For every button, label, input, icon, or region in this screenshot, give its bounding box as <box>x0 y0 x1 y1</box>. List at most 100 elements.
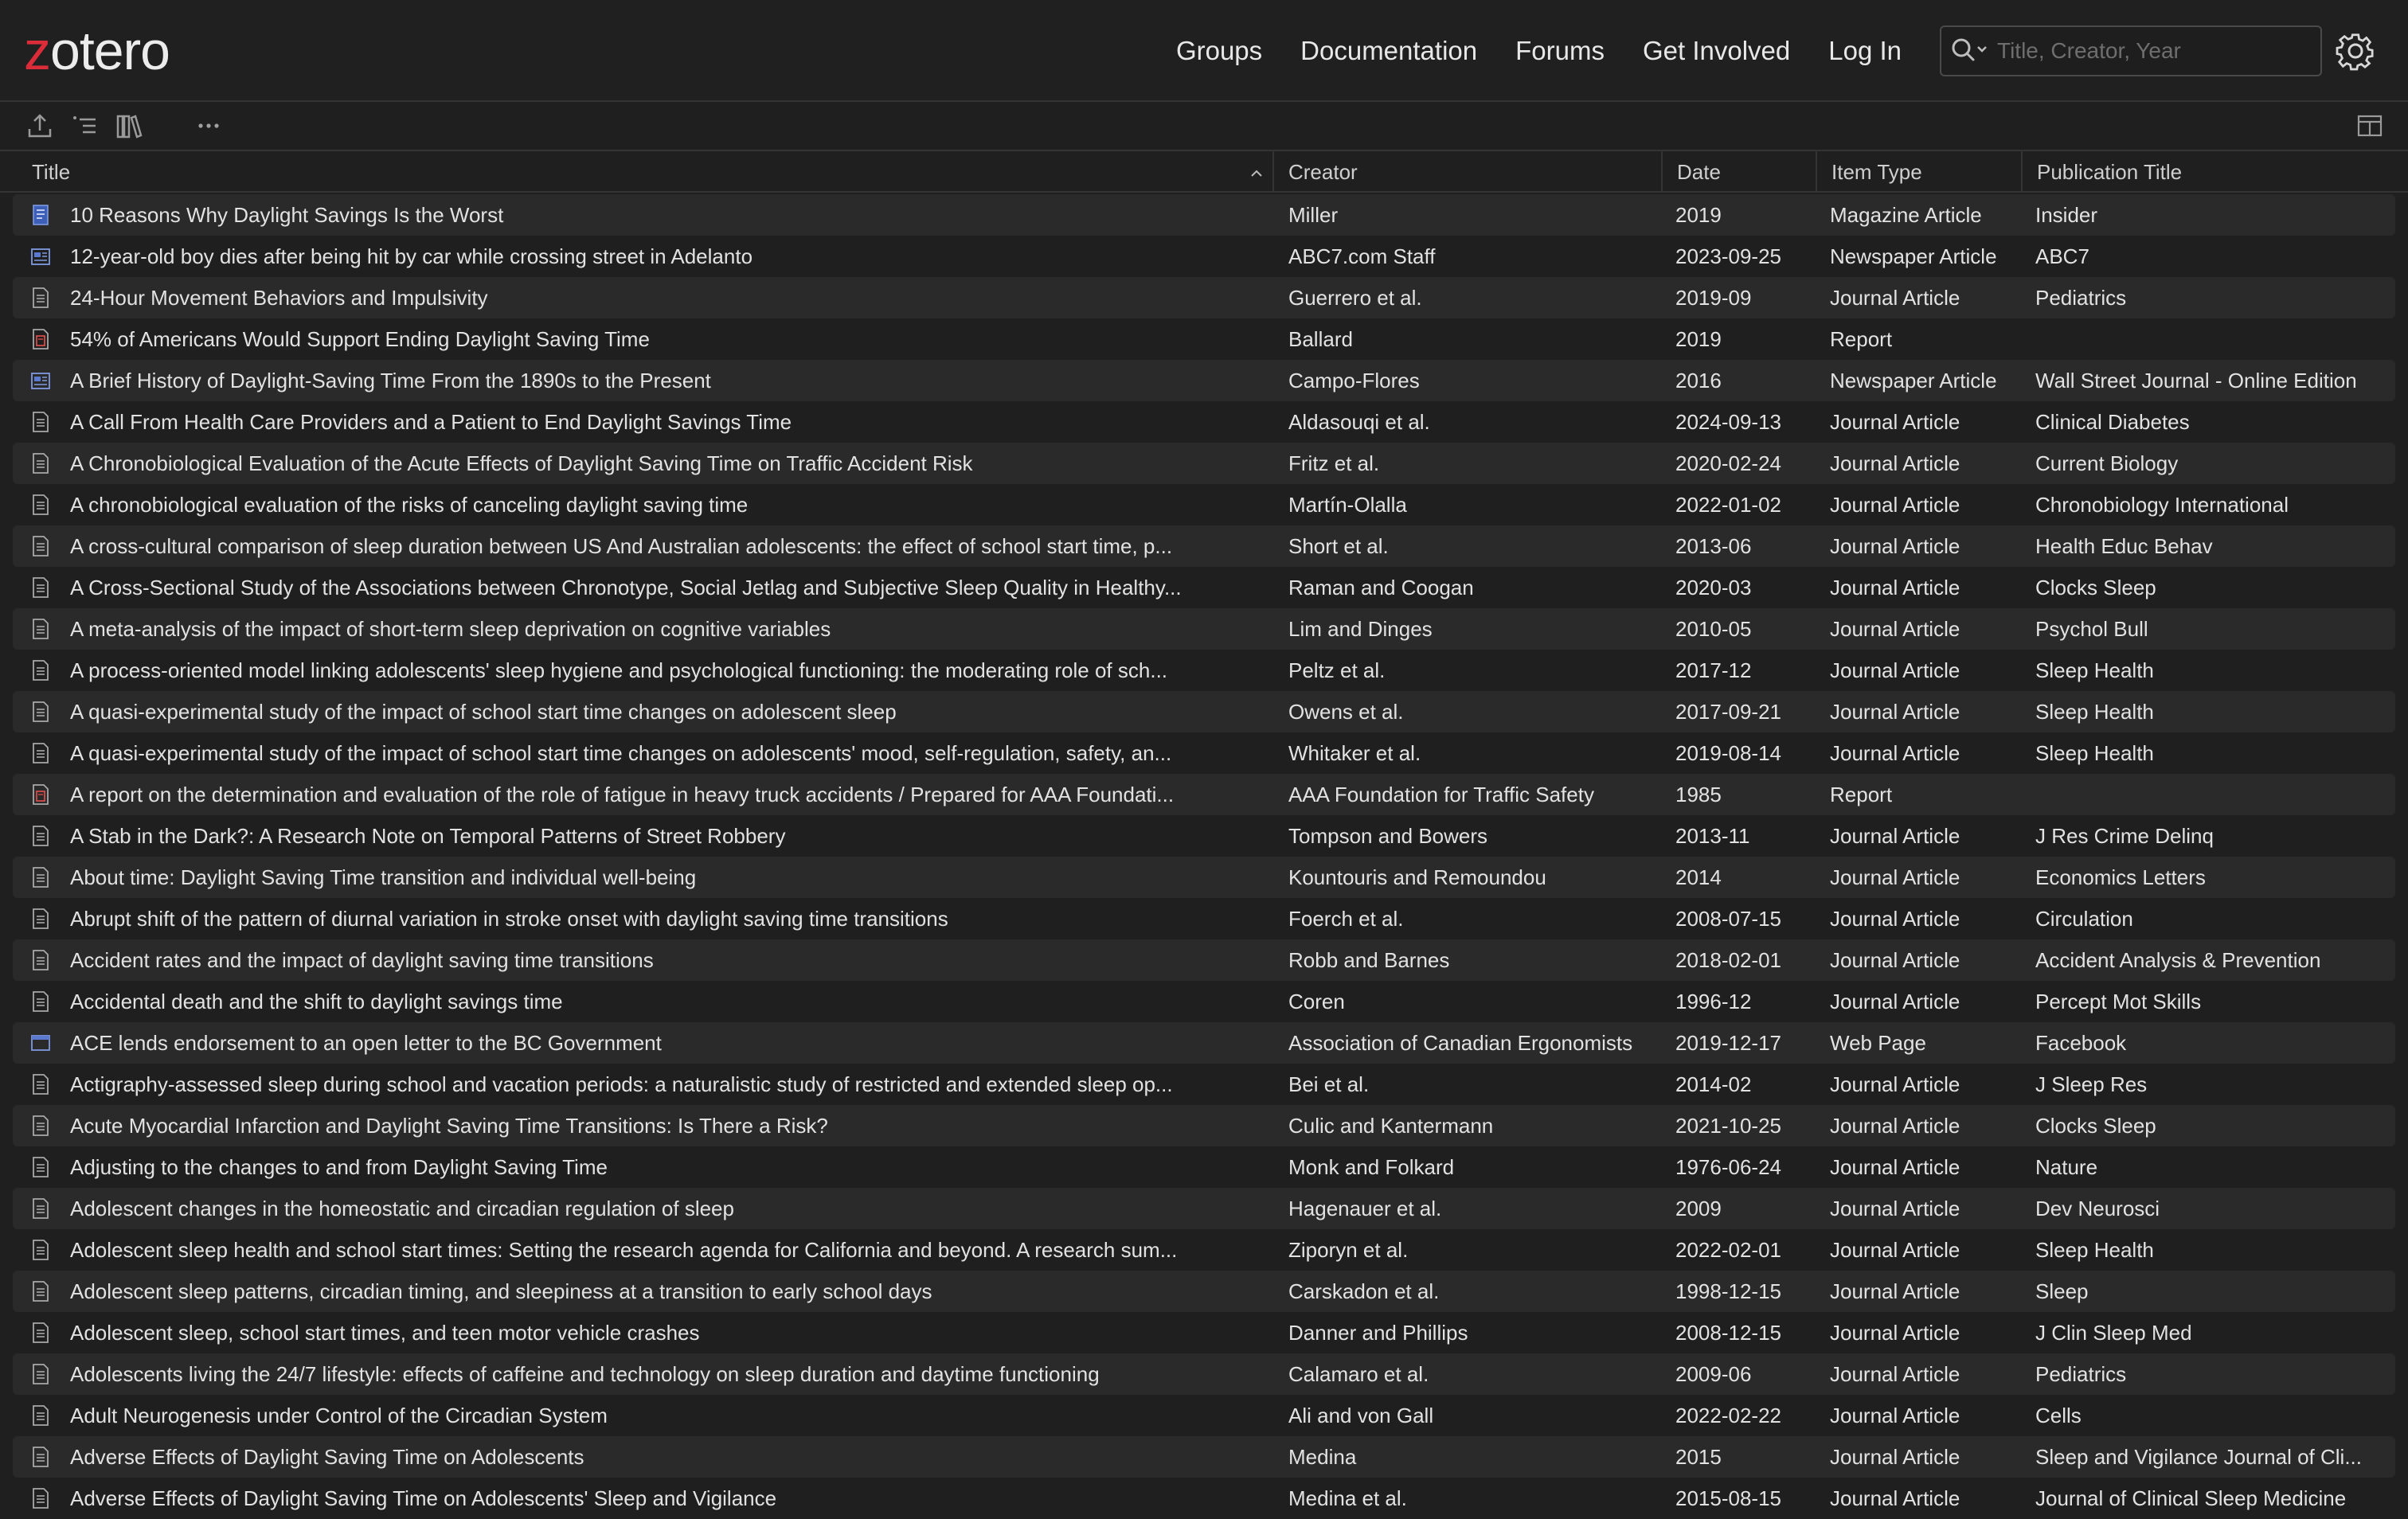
table-row[interactable]: A Chronobiological Evaluation of the Acu… <box>13 443 2395 484</box>
gear-icon[interactable] <box>2333 29 2378 73</box>
cell-creator: Carskadon et al. <box>1288 1279 1440 1303</box>
column-header-title[interactable]: Title <box>18 151 1274 191</box>
nav-link-groups[interactable]: Groups <box>1176 30 1262 72</box>
table-row[interactable]: A report on the determination and evalua… <box>13 774 2395 815</box>
journal-article-icon <box>30 411 51 433</box>
table-row[interactable]: 12-year-old boy dies after being hit by … <box>13 236 2395 277</box>
cell-title: About time: Daylight Saving Time transit… <box>70 865 697 889</box>
journal-article-icon <box>30 1446 51 1468</box>
table-row[interactable]: A quasi-experimental study of the impact… <box>13 691 2395 732</box>
nav-link-log-in[interactable]: Log In <box>1828 30 1902 72</box>
table-row[interactable]: 54% of Americans Would Support Ending Da… <box>13 318 2395 360</box>
cell-date: 2017-12 <box>1675 658 1752 682</box>
column-header-creator[interactable]: Creator <box>1274 151 1663 191</box>
table-row[interactable]: A chronobiological evaluation of the ris… <box>13 484 2395 525</box>
cell-item-type: Journal Article <box>1830 865 1960 889</box>
newspaper-icon <box>30 369 51 392</box>
cell-title: Adverse Effects of Daylight Saving Time … <box>70 1486 777 1510</box>
cell-item-type: Journal Article <box>1830 700 1960 724</box>
table-row[interactable]: 24-Hour Movement Behaviors and Impulsivi… <box>13 277 2395 318</box>
cell-publication-title: Sleep and Vigilance Journal of Cli... <box>2035 1445 2362 1469</box>
table-row[interactable]: Adolescent sleep health and school start… <box>13 1229 2395 1271</box>
cell-date: 2014 <box>1675 865 1722 889</box>
cell-date: 2008-07-15 <box>1675 907 1781 931</box>
column-header-item-type[interactable]: Item Type <box>1817 151 2023 191</box>
nav-link-get-involved[interactable]: Get Involved <box>1643 30 1790 72</box>
search-icon[interactable] <box>1948 27 1996 75</box>
cell-publication-title <box>2035 318 2392 360</box>
table-row[interactable]: About time: Daylight Saving Time transit… <box>13 857 2395 898</box>
table-row[interactable]: Adjusting to the changes to and from Day… <box>13 1146 2395 1188</box>
table-row[interactable]: A process-oriented model linking adolesc… <box>13 650 2395 691</box>
search-input[interactable] <box>1996 37 2320 64</box>
cell-item-type: Journal Article <box>1830 410 1960 434</box>
cell-title: A Cross-Sectional Study of the Associati… <box>70 576 1182 599</box>
table-row[interactable]: Adolescent changes in the homeostatic an… <box>13 1188 2395 1229</box>
cell-title: ACE lends endorsement to an open letter … <box>70 1031 662 1055</box>
cell-title: A process-oriented model linking adolesc… <box>70 658 1168 682</box>
cell-creator: Whitaker et al. <box>1288 741 1421 765</box>
table-row[interactable]: Acute Myocardial Infarction and Daylight… <box>13 1105 2395 1146</box>
journal-article-icon <box>30 452 51 474</box>
table-row[interactable]: A Stab in the Dark?: A Research Note on … <box>13 815 2395 857</box>
cell-date: 1976-06-24 <box>1675 1155 1781 1179</box>
table-row[interactable]: Adverse Effects of Daylight Saving Time … <box>13 1436 2395 1478</box>
export-icon[interactable] <box>22 110 57 142</box>
journal-article-icon <box>30 287 51 309</box>
cell-item-type: Journal Article <box>1830 1404 1960 1427</box>
cell-publication-title: Pediatrics <box>2035 286 2127 310</box>
zotero-logo[interactable]: zotero <box>24 18 170 84</box>
table-row[interactable]: Adolescent sleep, school start times, an… <box>13 1312 2395 1353</box>
table-row[interactable]: Accident rates and the impact of dayligh… <box>13 939 2395 981</box>
nav-link-documentation[interactable]: Documentation <box>1300 30 1477 72</box>
table-row[interactable]: Adult Neurogenesis under Control of the … <box>13 1395 2395 1436</box>
magazine-icon <box>30 204 51 226</box>
cell-item-type: Journal Article <box>1830 741 1960 765</box>
cell-creator: Culic and Kantermann <box>1288 1114 1494 1138</box>
table-row[interactable]: Adverse Effects of Daylight Saving Time … <box>13 1478 2395 1519</box>
cell-publication-title: Wall Street Journal - Online Edition <box>2035 369 2357 392</box>
cell-item-type: Report <box>1830 783 1893 806</box>
cell-publication-title: Pediatrics <box>2035 1362 2127 1386</box>
cell-date: 2017-09-21 <box>1675 700 1781 724</box>
journal-article-icon <box>30 1197 51 1220</box>
cell-creator: Bei et al. <box>1288 1072 1370 1096</box>
cell-title: A Stab in the Dark?: A Research Note on … <box>70 824 786 848</box>
cell-title: Accident rates and the impact of dayligh… <box>70 948 654 972</box>
table-row[interactable]: A cross-cultural comparison of sleep dur… <box>13 525 2395 567</box>
cell-publication-title: Clocks Sleep <box>2035 576 2156 599</box>
sort-ascending-icon[interactable] <box>1249 162 1265 187</box>
cell-title: Adolescent sleep health and school start… <box>70 1238 1178 1262</box>
cell-date: 2016 <box>1675 369 1722 392</box>
table-row[interactable]: A Brief History of Daylight-Saving Time … <box>13 360 2395 401</box>
cell-publication-title: Circulation <box>2035 907 2133 931</box>
items-list: 10 Reasons Why Daylight Savings Is the W… <box>13 194 2395 1519</box>
table-row[interactable]: ACE lends endorsement to an open letter … <box>13 1022 2395 1064</box>
cell-publication-title: Dev Neurosci <box>2035 1197 2160 1220</box>
journal-article-icon <box>30 866 51 888</box>
nav-link-forums[interactable]: Forums <box>1515 30 1605 72</box>
table-row[interactable]: A meta-analysis of the impact of short-t… <box>13 608 2395 650</box>
toggle-pane-icon[interactable] <box>2352 110 2387 142</box>
table-row[interactable]: A Call From Health Care Providers and a … <box>13 401 2395 443</box>
table-row[interactable]: A Cross-Sectional Study of the Associati… <box>13 567 2395 608</box>
cell-date: 2019 <box>1675 327 1722 351</box>
cell-title: 24-Hour Movement Behaviors and Impulsivi… <box>70 286 488 310</box>
cell-title: Adverse Effects of Daylight Saving Time … <box>70 1445 584 1469</box>
column-header-date[interactable]: Date <box>1663 151 1817 191</box>
table-row[interactable]: Actigraphy-assessed sleep during school … <box>13 1064 2395 1105</box>
library-icon[interactable] <box>111 110 147 142</box>
table-row[interactable]: Adolescent sleep patterns, circadian tim… <box>13 1271 2395 1312</box>
table-row[interactable]: A quasi-experimental study of the impact… <box>13 732 2395 774</box>
table-row[interactable]: Accidental death and the shift to daylig… <box>13 981 2395 1022</box>
list-style-icon[interactable] <box>67 110 102 142</box>
table-row[interactable]: Abrupt shift of the pattern of diurnal v… <box>13 898 2395 939</box>
cell-publication-title: Insider <box>2035 203 2098 227</box>
more-options-icon[interactable] <box>191 110 226 142</box>
column-header-publication-title[interactable]: Publication Title <box>2023 151 2408 191</box>
table-row[interactable]: 10 Reasons Why Daylight Savings Is the W… <box>13 194 2395 236</box>
journal-article-icon <box>30 990 51 1013</box>
table-row[interactable]: Adolescents living the 24/7 lifestyle: e… <box>13 1353 2395 1395</box>
cell-creator: Campo-Flores <box>1288 369 1420 392</box>
cell-creator: Ballard <box>1288 327 1353 351</box>
